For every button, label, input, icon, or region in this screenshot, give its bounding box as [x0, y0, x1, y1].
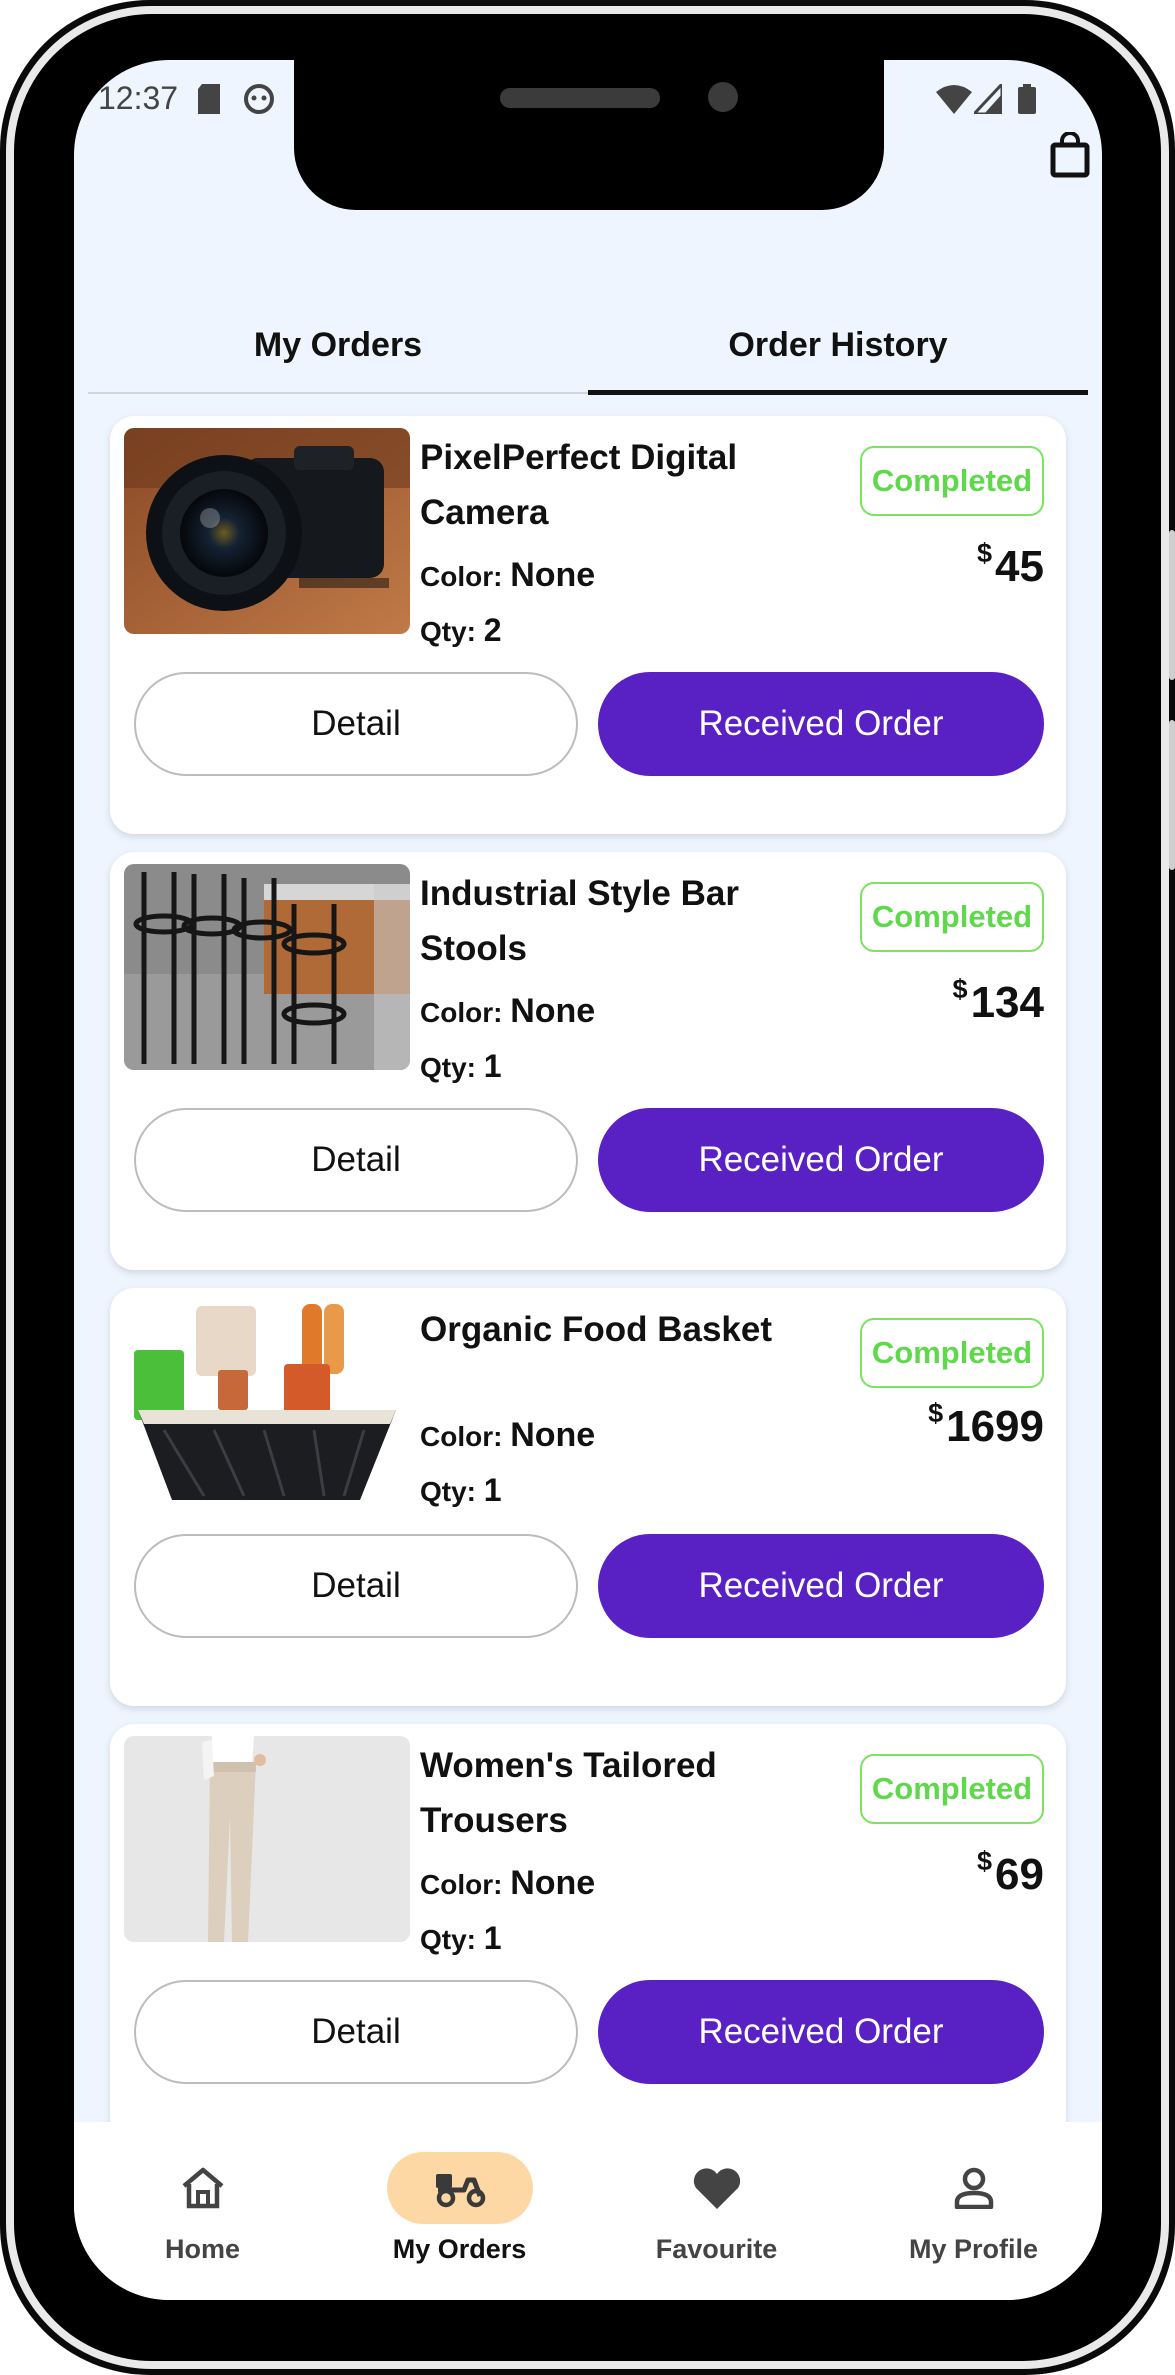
currency-symbol: $: [928, 1398, 944, 1428]
order-tabs: My Orders Order History: [88, 298, 1088, 395]
detail-button[interactable]: Detail: [134, 1534, 578, 1638]
qty-value: 2: [483, 612, 502, 648]
nav-label: Favourite: [655, 2234, 778, 2264]
status-badge: Completed: [860, 1318, 1044, 1388]
tab-active-indicator: [588, 390, 1088, 395]
qty-label: Qty:: [420, 1052, 476, 1083]
bottom-navigation: Home My Orders Favourite My Profile: [74, 2122, 1102, 2300]
product-name: Industrial Style Bar Stools: [420, 874, 739, 968]
product-qty: Qty: 1: [420, 1048, 502, 1085]
color-label: Color:: [420, 1869, 503, 1900]
color-value: None: [510, 1416, 596, 1454]
order-card: PixelPerfect Digital Camera Color: None …: [110, 416, 1066, 834]
status-badge: Completed: [860, 446, 1044, 516]
currency-symbol: $: [977, 1846, 993, 1876]
detail-button[interactable]: Detail: [134, 1108, 578, 1212]
nav-icon-container: [644, 2152, 790, 2224]
home-icon: [182, 2167, 223, 2209]
nav-icon-container: [130, 2152, 276, 2224]
shopping-bag-icon[interactable]: [1050, 132, 1090, 178]
currency-symbol: $: [977, 538, 993, 568]
product-color: Color: None: [420, 556, 595, 595]
app-screen: 12:37 My Order My Orders Order History: [74, 60, 1102, 2300]
received-order-button[interactable]: Received Order: [598, 672, 1044, 776]
tab-my-orders[interactable]: My Orders: [88, 298, 588, 392]
color-label: Color:: [420, 997, 503, 1028]
speaker-grille: [500, 88, 660, 108]
price-value: 69: [995, 1850, 1044, 1899]
battery-icon: [1018, 84, 1036, 114]
qty-value: 1: [483, 1920, 502, 1956]
nav-label: My Orders: [392, 2234, 527, 2264]
color-value: None: [510, 992, 596, 1030]
camera-notch: [294, 60, 884, 210]
nav-icon-container: [901, 2152, 1047, 2224]
product-qty: Qty: 1: [420, 1472, 502, 1509]
heart-icon: [693, 2168, 740, 2209]
front-camera: [708, 82, 738, 112]
product-price: $134: [953, 974, 1044, 1028]
product-image[interactable]: [124, 1736, 410, 1942]
signal-icon: [974, 84, 1002, 114]
product-price: $45: [977, 538, 1044, 592]
qty-value: 1: [483, 1048, 502, 1084]
nav-item-home[interactable]: Home: [74, 2122, 331, 2300]
detail-button[interactable]: Detail: [134, 1980, 578, 2084]
product-price: $69: [977, 1846, 1044, 1900]
price-value: 45: [995, 542, 1044, 591]
sd-card-icon: [198, 84, 220, 114]
nav-icon-container: [386, 2152, 533, 2224]
qty-label: Qty:: [420, 616, 476, 647]
order-card: Organic Food Basket Color: None Qty: 1 C…: [110, 1288, 1066, 1706]
android-debug-icon: [244, 84, 274, 114]
color-label: Color:: [420, 561, 503, 592]
product-name: PixelPerfect Digital Camera: [420, 438, 738, 532]
product-color: Color: None: [420, 1864, 595, 1903]
wifi-icon: [936, 85, 972, 114]
person-icon: [954, 2167, 993, 2209]
status-badge: Completed: [860, 1754, 1044, 1824]
product-image[interactable]: [124, 1300, 410, 1506]
product-image[interactable]: [124, 428, 410, 634]
phone-side-button: [1169, 720, 1175, 870]
detail-button[interactable]: Detail: [134, 672, 578, 776]
currency-symbol: $: [952, 974, 968, 1004]
order-card: Industrial Style Bar Stools Color: None …: [110, 852, 1066, 1270]
product-qty: Qty: 2: [420, 612, 502, 649]
price-value: 134: [970, 978, 1044, 1027]
color-value: None: [510, 556, 596, 594]
received-order-button[interactable]: Received Order: [598, 1108, 1044, 1212]
nav-item-my-profile[interactable]: My Profile: [845, 2122, 1102, 2300]
product-qty: Qty: 1: [420, 1920, 502, 1957]
product-name: Women's Tailored Trousers: [420, 1746, 717, 1840]
qty-value: 1: [483, 1472, 502, 1508]
product-price: $1699: [928, 1398, 1044, 1452]
received-order-button[interactable]: Received Order: [598, 1980, 1044, 2084]
nav-item-favourite[interactable]: Favourite: [588, 2122, 845, 2300]
nav-label: My Profile: [908, 2234, 1039, 2264]
status-time: 12:37: [98, 80, 179, 116]
tab-order-history[interactable]: Order History: [588, 298, 1088, 392]
received-order-button[interactable]: Received Order: [598, 1534, 1044, 1638]
product-color: Color: None: [420, 992, 595, 1031]
product-name: Organic Food Basket: [420, 1310, 773, 1349]
color-label: Color:: [420, 1421, 503, 1452]
phone-side-button: [1169, 530, 1175, 680]
nav-label: Home: [164, 2234, 240, 2264]
delivery-scooter-icon: [435, 2174, 485, 2208]
color-value: None: [510, 1864, 596, 1902]
order-card: Women's Tailored Trousers Color: None Qt…: [110, 1724, 1066, 2142]
product-image[interactable]: [124, 864, 410, 1070]
qty-label: Qty:: [420, 1924, 476, 1955]
status-badge: Completed: [860, 882, 1044, 952]
qty-label: Qty:: [420, 1476, 476, 1507]
nav-item-my-orders[interactable]: My Orders: [331, 2122, 588, 2300]
product-color: Color: None: [420, 1416, 595, 1455]
price-value: 1699: [946, 1402, 1044, 1451]
